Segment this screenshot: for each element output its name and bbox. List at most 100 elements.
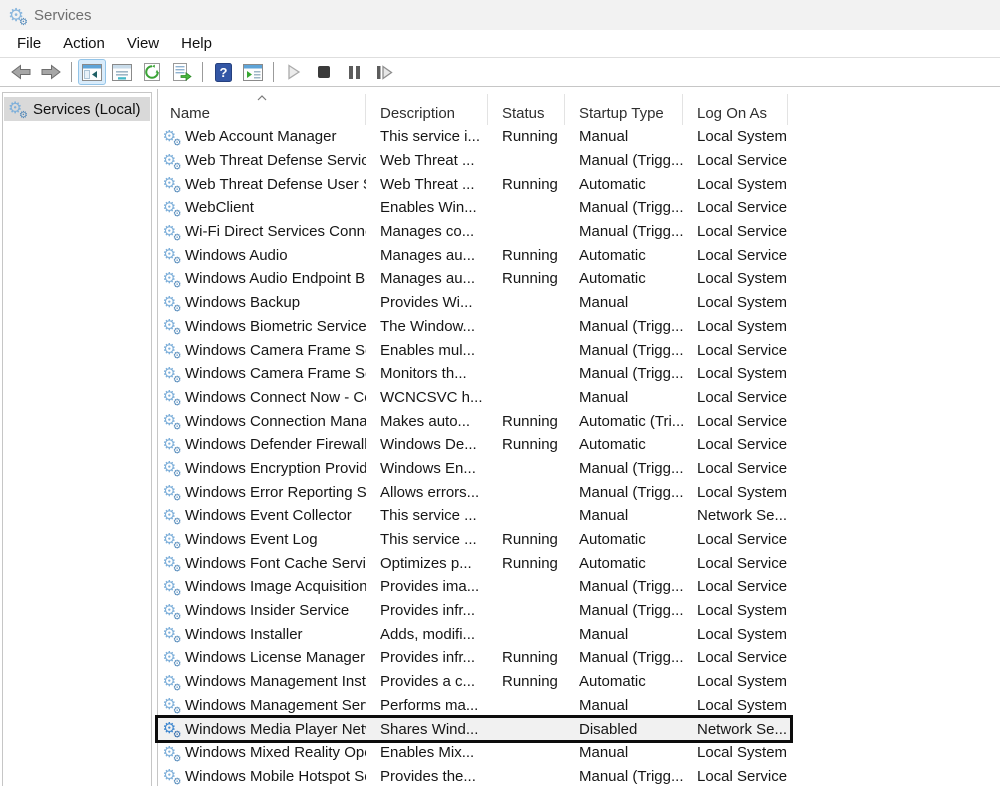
service-row[interactable]: ⚙⚙ Windows Backup Provides Wi... Manual … [158, 291, 790, 315]
service-name-cell: ⚙⚙ Windows Backup [158, 294, 366, 312]
show-action-pane-button[interactable] [239, 59, 267, 85]
service-row[interactable]: ⚙⚙ Web Threat Defense Service Web Threat… [158, 149, 790, 173]
service-logon-cell: Local Service [683, 649, 788, 666]
refresh-icon [143, 63, 161, 81]
service-gear-icon: ⚙⚙ [162, 507, 179, 524]
column-header-log-on-as[interactable]: Log On As [683, 94, 788, 125]
start-service-icon [287, 64, 301, 80]
service-name-cell: ⚙⚙ Windows Mixed Reality Ope... [158, 744, 366, 762]
service-row[interactable]: ⚙⚙ Windows Image Acquisition ... Provide… [158, 575, 790, 599]
service-row[interactable]: ⚙⚙ Windows Encryption Provid... Windows … [158, 457, 790, 481]
service-description-cell: Enables Win... [366, 199, 488, 216]
service-logon-cell: Local Service [683, 247, 788, 264]
service-name-cell: ⚙⚙ Windows Image Acquisition ... [158, 578, 366, 596]
service-startup-type-cell: Automatic (Tri... [565, 413, 683, 430]
service-startup-type-cell: Manual [565, 697, 683, 714]
service-row[interactable]: ⚙⚙ Windows Camera Frame Ser... Monitors … [158, 362, 790, 386]
service-startup-type-cell: Manual [565, 744, 683, 761]
service-startup-type-cell: Automatic [565, 531, 683, 548]
service-name: Windows Encryption Provid... [185, 460, 366, 477]
service-gear-icon: ⚙⚙ [162, 697, 179, 714]
stop-service-button[interactable] [310, 59, 338, 85]
service-gear-icon: ⚙⚙ [162, 270, 179, 287]
service-status-cell: Running [488, 673, 565, 690]
service-row[interactable]: ⚙⚙ Windows Error Reporting Se... Allows … [158, 480, 790, 504]
service-description-cell: Enables mul... [366, 342, 488, 359]
export-list-button[interactable] [168, 59, 196, 85]
service-row[interactable]: ⚙⚙ Windows Connection Mana... Makes auto… [158, 409, 790, 433]
service-startup-type-cell: Manual (Trigg... [565, 365, 683, 382]
service-logon-cell: Local System [683, 673, 788, 690]
service-name-cell: ⚙⚙ Windows Camera Frame Ser... [158, 341, 366, 359]
service-name-cell: ⚙⚙ Windows Font Cache Service [158, 554, 366, 572]
service-status-cell: Running [488, 531, 565, 548]
column-header-name[interactable]: Name [158, 94, 366, 125]
service-row[interactable]: ⚙⚙ Windows Event Collector This service … [158, 504, 790, 528]
service-description-cell: This service i... [366, 128, 488, 145]
service-row[interactable]: ⚙⚙ Windows Media Player Netw... Shares W… [155, 715, 793, 744]
services-table-body: ⚙⚙ Web Account Manager This service i...… [158, 125, 790, 786]
column-header-status[interactable]: Status [488, 94, 565, 125]
service-row[interactable]: ⚙⚙ Windows Biometric Service The Window.… [158, 315, 790, 339]
service-logon-cell: Local Service [683, 223, 788, 240]
service-row[interactable]: ⚙⚙ Windows Defender Firewall Windows De.… [158, 433, 790, 457]
help-button[interactable]: ? [209, 59, 237, 85]
service-logon-cell: Local Service [683, 199, 788, 216]
service-gear-icon: ⚙⚙ [162, 744, 179, 761]
service-logon-cell: Network Se... [683, 721, 788, 738]
show-console-tree-button[interactable] [78, 59, 106, 85]
back-button[interactable] [7, 59, 35, 85]
service-name: Windows Installer [185, 626, 303, 643]
service-row[interactable]: ⚙⚙ WebClient Enables Win... Manual (Trig… [158, 196, 790, 220]
properties-button[interactable] [108, 59, 136, 85]
pause-service-button[interactable] [340, 59, 368, 85]
forward-button[interactable] [37, 59, 65, 85]
list-header: NameDescriptionStatusStartup TypeLog On … [158, 94, 790, 125]
service-row[interactable]: ⚙⚙ Windows Management Instr... Provides … [158, 670, 790, 694]
service-logon-cell: Local System [683, 602, 788, 619]
service-name: Windows Audio Endpoint B... [185, 270, 366, 287]
menu-item-help[interactable]: Help [170, 32, 223, 55]
menu-item-file[interactable]: File [6, 32, 52, 55]
restart-service-button[interactable] [370, 59, 398, 85]
refresh-button[interactable] [138, 59, 166, 85]
service-name: Web Threat Defense Service [185, 152, 366, 169]
start-service-button[interactable] [280, 59, 308, 85]
service-logon-cell: Local System [683, 294, 788, 311]
service-row[interactable]: ⚙⚙ Windows Font Cache Service Optimizes … [158, 551, 790, 575]
service-description-cell: Windows De... [366, 436, 488, 453]
service-row[interactable]: ⚙⚙ Windows Insider Service Provides infr… [158, 599, 790, 623]
service-description-cell: Provides infr... [366, 649, 488, 666]
service-row[interactable]: ⚙⚙ Web Threat Defense User Se... Web Thr… [158, 172, 790, 196]
service-description-cell: Provides infr... [366, 602, 488, 619]
service-gear-icon: ⚙⚙ [162, 673, 179, 690]
service-row[interactable]: ⚙⚙ Windows License Manager S... Provides… [158, 646, 790, 670]
service-name-cell: ⚙⚙ Windows Encryption Provid... [158, 459, 366, 477]
service-row[interactable]: ⚙⚙ Web Account Manager This service i...… [158, 125, 790, 149]
column-header-startup-type[interactable]: Startup Type [565, 94, 683, 125]
service-row[interactable]: ⚙⚙ Wi-Fi Direct Services Connec... Manag… [158, 220, 790, 244]
menu-item-action[interactable]: Action [52, 32, 116, 55]
column-header-description[interactable]: Description [366, 94, 488, 125]
service-row[interactable]: ⚙⚙ Windows Mixed Reality Ope... Enables … [158, 741, 790, 765]
service-row[interactable]: ⚙⚙ Windows Camera Frame Ser... Enables m… [158, 338, 790, 362]
service-gear-icon: ⚙⚙ [162, 223, 179, 240]
service-row[interactable]: ⚙⚙ Windows Connect Now - Co... WCNCSVC h… [158, 386, 790, 410]
service-name: Windows Insider Service [185, 602, 349, 619]
service-row[interactable]: ⚙⚙ Windows Event Log This service ... Ru… [158, 528, 790, 552]
service-name: WebClient [185, 199, 254, 216]
content-area: ⚙⚙ Services (Local) NameDescriptionStatu… [0, 89, 1000, 786]
service-name: Windows License Manager S... [185, 649, 366, 666]
service-gear-icon: ⚙⚙ [162, 199, 179, 216]
service-gear-icon: ⚙⚙ [162, 768, 179, 785]
service-gear-icon: ⚙⚙ [162, 247, 179, 264]
sidebar-item-services-local[interactable]: ⚙⚙ Services (Local) [4, 97, 150, 121]
menu-item-view[interactable]: View [116, 32, 170, 55]
service-row[interactable]: ⚙⚙ Windows Audio Manages au... Running A… [158, 243, 790, 267]
service-name: Windows Defender Firewall [185, 436, 366, 453]
service-row[interactable]: ⚙⚙ Windows Mobile Hotspot Se... Provides… [158, 765, 790, 786]
service-description-cell: WCNCSVC h... [366, 389, 488, 406]
service-row[interactable]: ⚙⚙ Windows Installer Adds, modifi... Man… [158, 622, 790, 646]
service-row[interactable]: ⚙⚙ Windows Audio Endpoint B... Manages a… [158, 267, 790, 291]
service-row[interactable]: ⚙⚙ Windows Management Serv... Performs m… [158, 694, 790, 718]
